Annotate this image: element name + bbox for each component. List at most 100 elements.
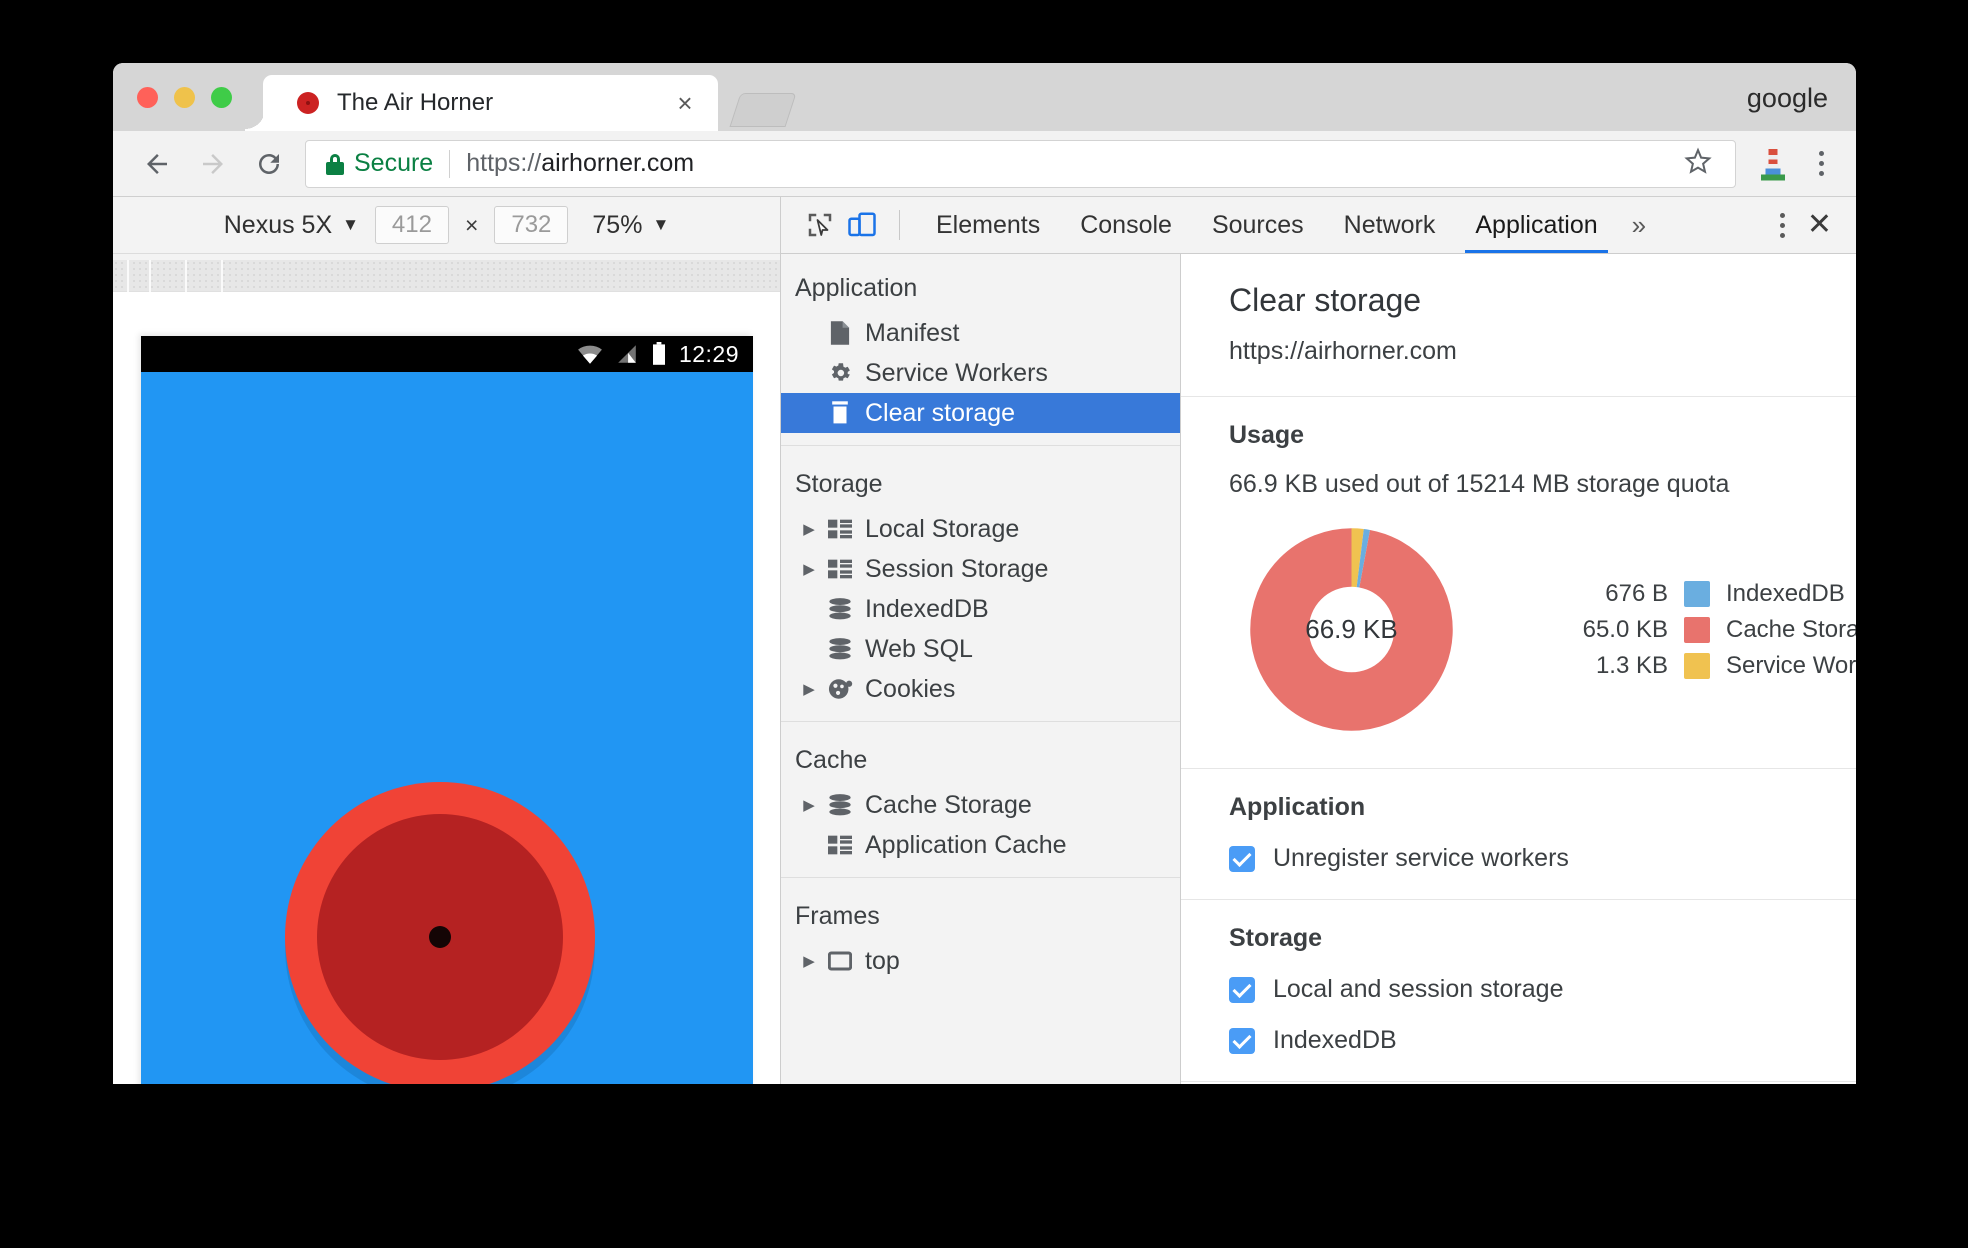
sidebar-item-service-workers[interactable]: ▶ Service Workers	[781, 353, 1180, 393]
legend-swatch-indexeddb	[1684, 580, 1710, 607]
chevron-right-icon[interactable]: ▶	[795, 560, 823, 578]
legend-label: Cache Storage	[1726, 615, 1856, 643]
forward-icon	[191, 142, 235, 186]
sidebar-group-cache: Cache ▶ Cache Storage ▶	[781, 721, 1180, 877]
screenshot-root: The Air Horner × google Secure https://a…	[0, 0, 1968, 1248]
sidebar-item-manifest[interactable]: ▶ Manifest	[781, 313, 1180, 353]
viewport-width-input[interactable]: 412	[374, 206, 449, 244]
chevron-down-icon: ▼	[652, 215, 670, 234]
sidebar-item-top-frame[interactable]: ▶ top	[781, 941, 1180, 981]
close-window-button[interactable]	[137, 87, 158, 108]
inspect-element-icon[interactable]	[799, 204, 841, 246]
checkbox-row-local-and-session-storage[interactable]: Local and session storage	[1229, 975, 1808, 1004]
bookmark-star-icon[interactable]	[1683, 146, 1713, 181]
lighthouse-extension-icon[interactable]	[1758, 146, 1788, 182]
tab-sources[interactable]: Sources	[1192, 197, 1324, 253]
close-icon[interactable]: ×	[668, 86, 702, 120]
sidebar-group-application: Application ▶ Manifest ▶	[781, 264, 1180, 445]
sidebar-item-label: Service Workers	[865, 358, 1048, 387]
minimize-window-button[interactable]	[174, 87, 195, 108]
tab-application[interactable]: Application	[1455, 197, 1617, 253]
legend-value: 65.0 KB	[1582, 615, 1668, 643]
sidebar-item-indexeddb[interactable]: ▶ IndexedDB	[781, 589, 1180, 629]
legend-item-service-workers: 1.3 KB Service Workers	[1548, 652, 1856, 680]
legend-label: IndexedDB	[1726, 579, 1845, 607]
sidebar-item-label: IndexedDB	[865, 594, 989, 623]
close-devtools-icon[interactable]: ✕	[1807, 210, 1832, 240]
sidebar-item-label: Manifest	[865, 318, 960, 347]
horn-center-dot	[429, 926, 451, 948]
database-icon	[823, 597, 857, 621]
chevron-right-icon[interactable]: ▶	[795, 520, 823, 538]
group-title-application: Application	[795, 274, 918, 302]
address-bar[interactable]: Secure https://airhorner.com	[305, 139, 1736, 188]
tab-title: The Air Horner	[337, 89, 494, 116]
page-title: Clear storage	[1229, 282, 1422, 318]
air-horn-button[interactable]	[285, 782, 595, 1084]
zoom-select-label: 75%	[592, 210, 643, 239]
sidebar-item-label: Cache Storage	[865, 790, 1032, 819]
trash-icon	[823, 400, 857, 426]
profile-label[interactable]: google	[1747, 83, 1828, 114]
legend-swatch-service-workers	[1684, 652, 1710, 679]
devtools-menu-icon[interactable]	[1779, 212, 1785, 238]
navigation-bar: Secure https://airhorner.com	[113, 131, 1856, 197]
checkbox-row-indexeddb[interactable]: IndexedDB	[1229, 1026, 1808, 1055]
device-screen[interactable]: 12:29	[141, 336, 753, 1084]
reload-icon[interactable]	[247, 142, 291, 186]
usage-donut-chart: 66.9 KB	[1239, 517, 1464, 742]
clear-storage-panel: Clear storage https://airhorner.com Usag…	[1181, 254, 1856, 1084]
airhorner-app-screen	[141, 372, 753, 1084]
tab-strip: The Air Horner × google	[113, 63, 1856, 131]
browser-menu-icon[interactable]	[1806, 151, 1836, 176]
chevron-right-icon[interactable]: ▶	[795, 952, 823, 970]
url-scheme: https://	[466, 149, 542, 177]
sidebar-item-cache-storage[interactable]: ▶ Cache Storage	[781, 785, 1180, 825]
checkbox-row-unregister-service-workers[interactable]: Unregister service workers	[1229, 844, 1808, 873]
devtools-toolbar: Elements Console Sources Network Applica…	[781, 197, 1856, 254]
device-screen-wrapper: 12:29	[113, 292, 780, 1084]
application-heading: Application	[1229, 793, 1366, 821]
chevron-right-icon[interactable]: ▶	[795, 796, 823, 814]
device-toolbar: Nexus 5X ▼ 412 × 732 75% ▼	[113, 197, 780, 254]
zoom-select[interactable]: 75% ▼	[592, 211, 669, 240]
back-icon[interactable]	[135, 142, 179, 186]
group-title-cache: Cache	[795, 746, 868, 774]
legend-item-cache-storage: 65.0 KB Cache Storage	[1548, 616, 1856, 644]
sidebar-item-local-storage[interactable]: ▶ Local Storage	[781, 509, 1180, 549]
checkbox-unregister-service-workers[interactable]	[1229, 845, 1255, 872]
usage-legend: 676 B IndexedDB 65.0 KB Cache Storage	[1548, 580, 1856, 680]
legend-value: 676 B	[1605, 579, 1668, 607]
panel-header: Clear storage https://airhorner.com	[1181, 254, 1856, 397]
tab-elements[interactable]: Elements	[916, 197, 1060, 253]
toggle-device-toolbar-icon[interactable]	[841, 204, 883, 246]
sidebar-item-label: Web SQL	[865, 634, 973, 663]
chevron-right-icon[interactable]: ▶	[795, 680, 823, 698]
donut-center-label: 66.9 KB	[1305, 614, 1398, 644]
more-tabs-icon[interactable]: »	[1618, 210, 1660, 241]
sidebar-item-label: Application Cache	[865, 830, 1067, 859]
checkbox-local-and-session-storage[interactable]	[1229, 976, 1255, 1003]
group-title-storage: Storage	[795, 470, 883, 498]
tab-console[interactable]: Console	[1060, 197, 1192, 253]
maximize-window-button[interactable]	[211, 87, 232, 108]
device-select[interactable]: Nexus 5X ▼	[224, 211, 359, 240]
sidebar-item-session-storage[interactable]: ▶ Session Storage	[781, 549, 1180, 589]
sidebar-item-cookies[interactable]: ▶ Cookies	[781, 669, 1180, 709]
sidebar-item-label: Session Storage	[865, 554, 1049, 583]
browser-tab[interactable]: The Air Horner ×	[245, 75, 718, 131]
tab-network[interactable]: Network	[1324, 197, 1456, 253]
sidebar-group-storage: Storage ▶ Local Storage ▶ Session Storag…	[781, 445, 1180, 721]
new-tab-button[interactable]	[729, 93, 797, 127]
sidebar-item-application-cache[interactable]: ▶ Application Cache	[781, 825, 1180, 865]
group-title-frames: Frames	[795, 902, 880, 930]
application-sidebar: Application ▶ Manifest ▶	[781, 254, 1181, 1084]
table-icon	[823, 519, 857, 539]
storage-section: Storage Local and session storage Indexe…	[1181, 900, 1856, 1082]
sidebar-item-label: top	[865, 946, 900, 975]
checkbox-indexeddb[interactable]	[1229, 1027, 1255, 1054]
sidebar-item-web-sql[interactable]: ▶ Web SQL	[781, 629, 1180, 669]
sidebar-item-clear-storage[interactable]: ▶ Clear storage	[781, 393, 1180, 433]
frame-icon	[823, 950, 857, 972]
viewport-height-input[interactable]: 732	[494, 206, 569, 244]
